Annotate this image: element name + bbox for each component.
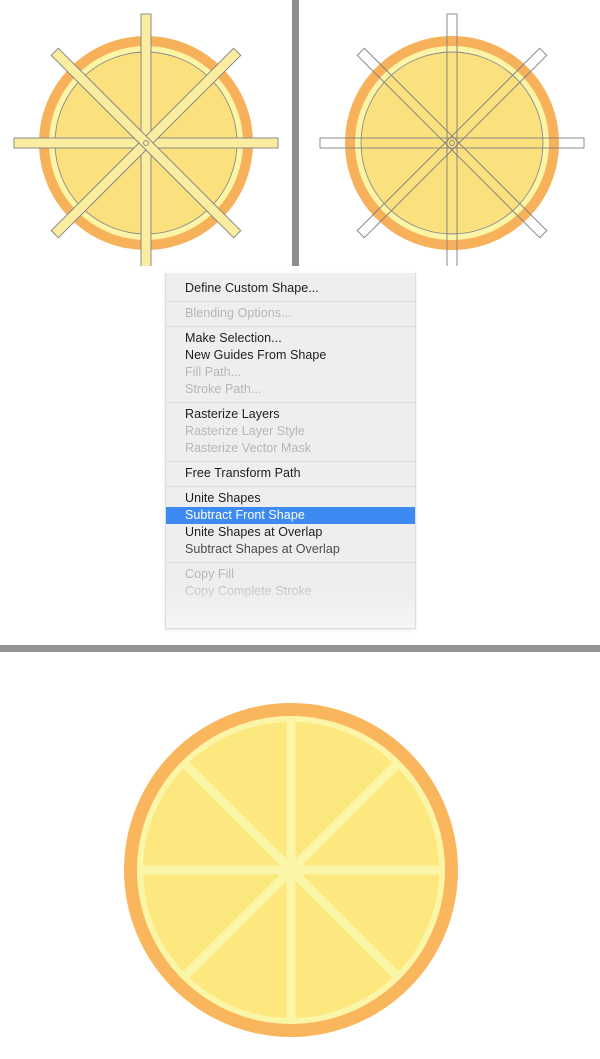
lemon-base-right (345, 36, 559, 250)
figure-shape-filled-bars (0, 0, 292, 266)
context-menu-items: Define Custom Shape... Blending Options.… (166, 273, 415, 604)
shape-context-menu[interactable]: Define Custom Shape... Blending Options.… (165, 273, 416, 629)
menu-group-2: Blending Options... (166, 302, 415, 326)
menu-group-7: Copy Fill Copy Complete Stroke (166, 563, 415, 604)
menu-item-copy-complete-stroke: Copy Complete Stroke (185, 584, 312, 598)
menu-item-make-selection[interactable]: Make Selection... (166, 330, 415, 347)
menu-group-6: Unite Shapes Subtract Front Shape Unite … (166, 487, 415, 562)
menu-group-5: Free Transform Path (166, 462, 415, 486)
menu-group-4: Rasterize Layers Rasterize Layer Style R… (166, 403, 415, 461)
menu-group-1: Define Custom Shape... (166, 277, 415, 301)
flesh-circle (360, 51, 544, 235)
menu-item-fill-path: Fill Path... (185, 365, 242, 379)
menu-item-rasterize-layer-style: Rasterize Layer Style (185, 424, 305, 438)
panel-divider-vertical (292, 0, 299, 266)
screenshot-canvas: Define Custom Shape... Blending Options.… (0, 0, 600, 1059)
menu-item-subtract-shapes-at-overlap[interactable]: Subtract Shapes at Overlap (166, 541, 415, 558)
menu-item-new-guides-from-shape[interactable]: New Guides From Shape (166, 347, 415, 364)
menu-item-unite-shapes-at-overlap[interactable]: Unite Shapes at Overlap (166, 524, 415, 541)
figure-final-lemon-slice (123, 702, 459, 1038)
divider-bars-left (13, 13, 279, 266)
menu-item-rasterize-vector-mask: Rasterize Vector Mask (185, 441, 312, 455)
panel-divider-horizontal (0, 645, 600, 652)
center-anchor-point (143, 140, 149, 146)
menu-item-free-transform-path[interactable]: Free Transform Path (166, 465, 415, 482)
menu-item-blending-options: Blending Options... (185, 306, 292, 320)
lemon-segment-dividers (139, 718, 443, 1022)
menu-item-stroke-path: Stroke Path... (185, 382, 262, 396)
menu-item-rasterize-layers[interactable]: Rasterize Layers (166, 406, 415, 423)
menu-item-unite-shapes[interactable]: Unite Shapes (166, 490, 415, 507)
figure-shape-outline-bars (300, 0, 600, 266)
menu-item-subtract-front-shape[interactable]: Subtract Front Shape (166, 507, 415, 524)
menu-item-copy-fill: Copy Fill (185, 567, 235, 581)
menu-item-define-custom-shape[interactable]: Define Custom Shape... (166, 280, 415, 297)
menu-group-3: Make Selection... New Guides From Shape … (166, 327, 415, 402)
